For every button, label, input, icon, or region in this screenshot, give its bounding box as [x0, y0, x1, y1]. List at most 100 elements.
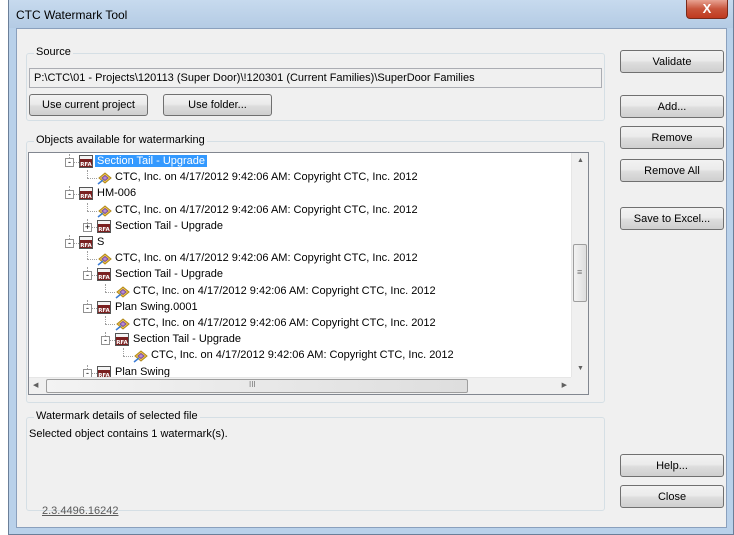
rfa-file-icon: RFA [97, 219, 111, 233]
collapse-icon[interactable]: - [83, 271, 92, 281]
window-title: CTC Watermark Tool [16, 8, 128, 22]
collapse-icon[interactable]: - [65, 239, 74, 248]
watermark-node[interactable]: CTC, Inc. on 4/17/2012 9:42:06 AM: Copyr… [29, 348, 569, 364]
horizontal-grip: III [249, 380, 256, 389]
objects-group: Objects available for watermarking - RFA S… [26, 134, 605, 403]
tree-node-label[interactable]: HM-006 [97, 187, 136, 199]
watermark-node[interactable]: CTC, Inc. on 4/17/2012 9:42:06 AM: Copyr… [29, 316, 569, 332]
remove-all-button[interactable]: Remove All [620, 159, 724, 182]
tree-connector-vertical [87, 251, 88, 260]
tree-connector-vertical [123, 348, 124, 357]
scroll-corner [571, 377, 588, 394]
vertical-scrollbar[interactable]: ▲ ≡ ▼ [571, 153, 588, 377]
tree-connector [123, 356, 133, 358]
svg-text:RFA: RFA [98, 308, 110, 314]
svg-text:RFA: RFA [98, 227, 110, 233]
details-text: Selected object contains 1 watermark(s). [29, 428, 228, 440]
svg-text:RFA: RFA [98, 275, 110, 281]
details-group: Watermark details of selected file Selec… [26, 410, 605, 511]
tree-connector [87, 178, 97, 180]
rfa-file-icon: RFA [115, 333, 129, 347]
watermark-node[interactable]: CTC, Inc. on 4/17/2012 9:42:06 AM: Copyr… [29, 283, 569, 300]
collapse-icon[interactable]: - [101, 336, 110, 346]
scroll-left-icon[interactable]: ◀ [33, 381, 38, 391]
watermark-icon [97, 171, 113, 185]
remove-button[interactable]: Remove [620, 126, 724, 149]
watermark-node[interactable]: CTC, Inc. on 4/17/2012 9:42:06 AM: Copyr… [29, 170, 569, 186]
collapse-icon[interactable]: - [65, 158, 74, 167]
tree-node-label[interactable]: CTC, Inc. on 4/17/2012 9:42:06 AM: Copyr… [133, 285, 436, 297]
use-folder-button[interactable]: Use folder... [163, 94, 272, 116]
tree-connector [87, 259, 97, 261]
tree-node-label[interactable]: Section Tail - Upgrade [133, 333, 241, 345]
rfa-file-icon: RFA [97, 300, 111, 314]
collapse-icon[interactable]: - [65, 190, 74, 200]
watermark-icon [97, 252, 113, 266]
watermark-icon [133, 349, 149, 363]
save-to-excel-button[interactable]: Save to Excel... [620, 207, 724, 230]
expand-icon[interactable]: + [83, 222, 92, 232]
scroll-up-icon[interactable]: ▲ [577, 156, 584, 166]
watermark-icon [115, 285, 131, 299]
dialog-client-area: Source P:\CTC\01 - Projects\120113 (Supe… [16, 28, 727, 528]
watermark-icon [97, 204, 113, 218]
tree-node[interactable]: - RFA Section Tail - Upgrade [29, 332, 569, 348]
dialog-window: CTC Watermark Tool X Source P:\CTC\01 - … [8, 0, 734, 535]
version-link[interactable]: 2.3.4496.16242 [42, 505, 118, 517]
source-group: Source P:\CTC\01 - Projects\120113 (Supe… [26, 46, 605, 121]
tree-node[interactable]: - RFA S [29, 235, 569, 251]
scroll-right-icon[interactable]: ▶ [562, 381, 567, 391]
tree-connector [87, 210, 97, 212]
watermark-node[interactable]: CTC, Inc. on 4/17/2012 9:42:06 AM: Copyr… [29, 251, 569, 267]
tree-node-label[interactable]: CTC, Inc. on 4/17/2012 9:42:06 AM: Copyr… [115, 252, 418, 264]
title-bar[interactable]: CTC Watermark Tool X [9, 0, 733, 28]
svg-text:RFA: RFA [80, 162, 92, 168]
tree-node[interactable]: - RFA HM-006 [29, 186, 569, 202]
tree-node[interactable]: - RFA Section Tail - Upgrade [29, 267, 569, 283]
details-group-label: Watermark details of selected file [34, 410, 200, 422]
collapse-icon[interactable]: - [83, 303, 92, 313]
tree-node-label[interactable]: Section Tail - Upgrade [95, 155, 208, 167]
watermark-node[interactable]: CTC, Inc. on 4/17/2012 9:42:06 AM: Copyr… [29, 202, 569, 219]
use-current-project-button[interactable]: Use current project [29, 94, 148, 116]
svg-text:RFA: RFA [80, 243, 92, 249]
close-button[interactable]: Close [620, 485, 724, 508]
svg-text:RFA: RFA [80, 194, 92, 200]
tree-node[interactable]: - RFA Plan Swing.0001 [29, 299, 569, 316]
horizontal-scrollbar[interactable]: ◀ III ▶ [29, 377, 571, 394]
watermark-icon [115, 317, 131, 331]
tree-node-label[interactable]: Plan Swing [115, 366, 170, 378]
validate-button[interactable]: Validate [620, 50, 724, 73]
tree-connector-vertical [87, 170, 88, 179]
add-button[interactable]: Add... [620, 95, 724, 118]
tree-node-label[interactable]: CTC, Inc. on 4/17/2012 9:42:06 AM: Copyr… [133, 317, 436, 329]
tree-node-label[interactable]: CTC, Inc. on 4/17/2012 9:42:06 AM: Copyr… [115, 204, 418, 216]
tree-node-label[interactable]: Plan Swing.0001 [115, 301, 198, 313]
tree-node[interactable]: - RFA Section Tail - Upgrade [29, 154, 569, 170]
tree-connector [105, 324, 115, 325]
source-group-label: Source [34, 46, 73, 58]
tree-connector [105, 291, 115, 293]
tree-node-label[interactable]: Section Tail - Upgrade [115, 220, 223, 232]
tree-node-label[interactable]: Section Tail - Upgrade [115, 268, 223, 280]
close-window-button[interactable]: X [686, 0, 728, 19]
vertical-grip: ≡ [577, 267, 583, 277]
objects-tree[interactable]: - RFA Section Tail - Upgrade CTC, Inc. on 4… [28, 152, 589, 395]
tree-node-label[interactable]: CTC, Inc. on 4/17/2012 9:42:06 AM: Copyr… [151, 349, 454, 361]
objects-group-label: Objects available for watermarking [34, 134, 207, 146]
source-path-field[interactable]: P:\CTC\01 - Projects\120113 (Super Door)… [29, 68, 602, 88]
tree-node-label[interactable]: CTC, Inc. on 4/17/2012 9:42:06 AM: Copyr… [115, 171, 418, 183]
rfa-file-icon: RFA [97, 268, 111, 282]
help-button[interactable]: Help... [620, 454, 724, 477]
rfa-file-icon: RFA [79, 187, 93, 201]
vertical-scroll-thumb[interactable]: ≡ [573, 244, 587, 302]
tree-connector-vertical [105, 283, 106, 292]
horizontal-scroll-thumb[interactable]: III [46, 379, 468, 393]
tree-node-label[interactable]: S [97, 236, 104, 248]
scroll-down-icon[interactable]: ▼ [577, 364, 584, 374]
tree-node[interactable]: + RFA Section Tail - Upgrade [29, 218, 569, 235]
rfa-file-icon: RFA [79, 155, 93, 168]
rfa-file-icon: RFA [79, 236, 93, 249]
svg-text:RFA: RFA [116, 340, 128, 346]
tree-connector-vertical [105, 316, 106, 324]
